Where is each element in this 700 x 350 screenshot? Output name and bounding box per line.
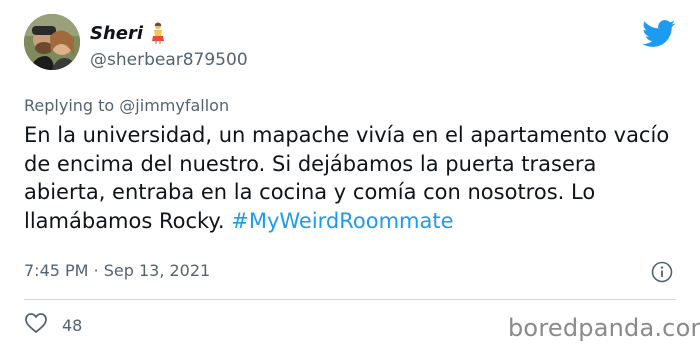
watermark: boredpanda.com [508,314,700,342]
woman-emoji-icon [149,22,167,44]
replying-prefix: Replying to [24,96,120,115]
avatar[interactable] [24,14,80,70]
like-button[interactable]: 48 [24,312,82,338]
mention-link[interactable]: @jimmyfallon [119,96,229,115]
info-icon[interactable] [651,261,673,283]
heart-icon[interactable] [24,312,48,338]
replying-to: Replying to @jimmyfallon [24,96,229,115]
twitter-bird-icon[interactable] [642,20,676,48]
author-handle[interactable]: @sherbear879500 [90,50,248,70]
author-name[interactable]: Sheri [90,23,143,44]
like-count: 48 [62,315,83,335]
hashtag-link[interactable]: #MyWeirdRoommate [231,209,453,233]
tweet-timestamp[interactable]: 7:45 PM · Sep 13, 2021 [24,261,210,280]
tweet-text: En la universidad, un mapache vivía en e… [24,121,684,235]
divider [24,299,676,300]
